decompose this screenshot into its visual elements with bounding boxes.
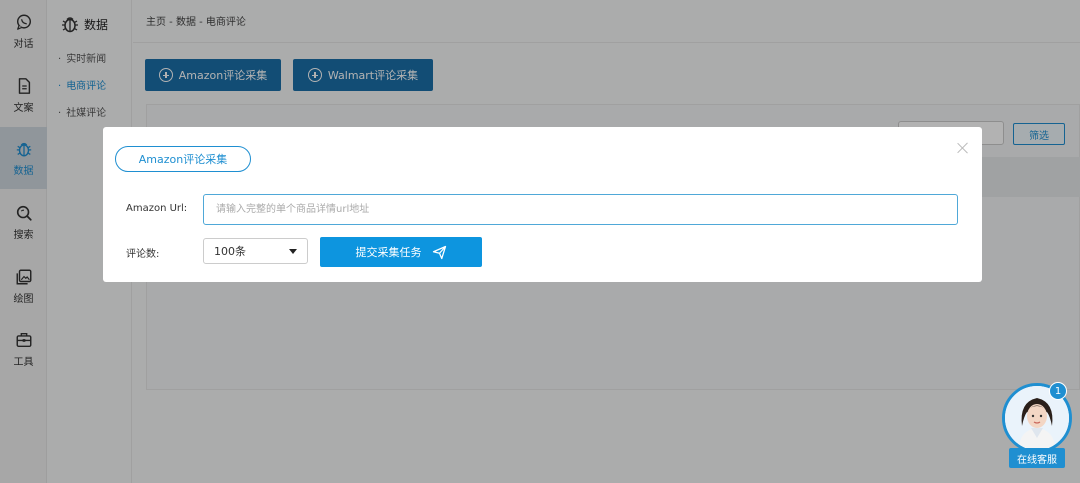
notification-badge: 1 (1049, 382, 1067, 400)
send-icon (432, 245, 446, 259)
submit-task-button[interactable]: 提交采集任务 (320, 237, 482, 267)
amazon-url-input[interactable] (203, 194, 958, 225)
review-count-select[interactable]: 100条 (203, 238, 308, 264)
submit-task-label: 提交采集任务 (355, 246, 422, 259)
customer-service-widget[interactable]: 在线客服 1 (1001, 382, 1072, 470)
customer-service-label: 在线客服 (1009, 448, 1065, 468)
amazon-collect-modal: Amazon评论采集 Amazon Url: 评论数: 100条 提交采集任务 (103, 127, 982, 282)
close-icon[interactable] (956, 141, 970, 155)
modal-title: Amazon评论采集 (115, 146, 251, 172)
chevron-down-icon (289, 248, 297, 254)
url-label: Amazon Url: (126, 203, 188, 214)
review-count-value: 100条 (214, 245, 246, 258)
review-count-label: 评论数: (126, 249, 160, 260)
